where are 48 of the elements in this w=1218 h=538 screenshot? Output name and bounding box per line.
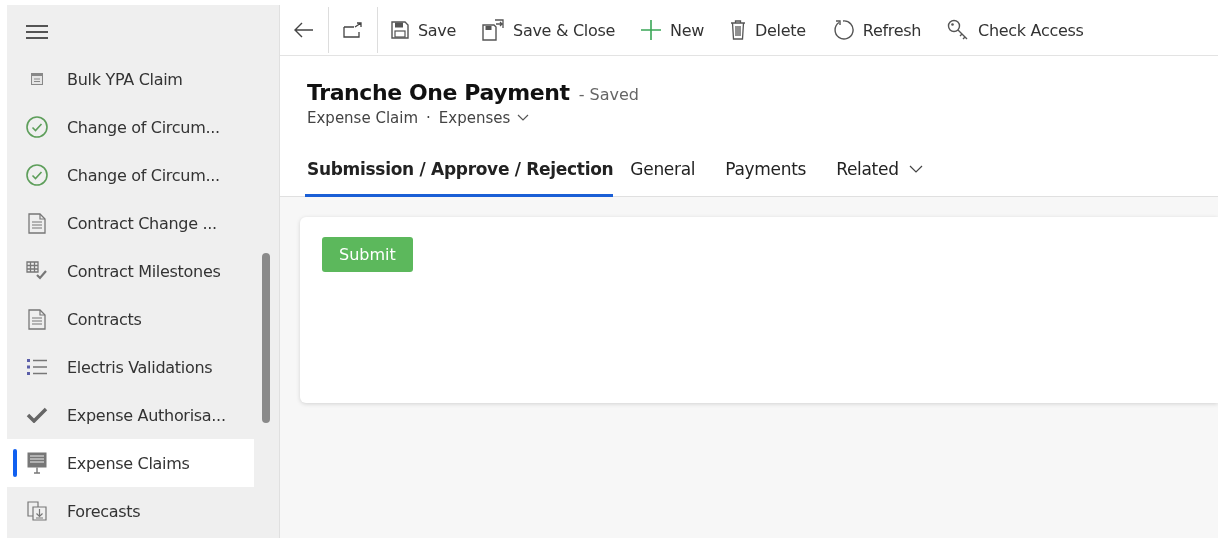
sidebar-item[interactable]: Bulk YPA Claim [7, 55, 254, 103]
sidebar-item[interactable]: Expense Authorisa... [7, 391, 254, 439]
sidebar-item[interactable]: Contracts [7, 295, 254, 343]
plus-icon [641, 20, 661, 40]
chevron-down-icon [517, 114, 530, 122]
key-icon [947, 19, 970, 41]
save-icon [391, 21, 409, 39]
grid-check-icon [26, 261, 48, 281]
toolbar-button[interactable]: Refresh [818, 10, 935, 50]
document-icon [28, 212, 46, 234]
save-close-icon [482, 19, 505, 41]
sidebar-item[interactable]: Contract Milestones [7, 247, 254, 295]
sidebar-item[interactable]: Forecasts [7, 487, 254, 535]
selection-indicator [13, 449, 17, 477]
toolbar-button[interactable]: Check Access [934, 10, 1097, 50]
record-title: Tranche One Payment [307, 80, 570, 105]
toolbar-button[interactable]: New [628, 10, 717, 50]
chevron-down-icon [908, 165, 923, 173]
separator: · [426, 109, 431, 127]
tab[interactable]: Related [823, 149, 936, 197]
sidebar-item[interactable]: Expense Claims [7, 439, 254, 487]
check-circle-icon [26, 116, 48, 138]
import-document-icon [27, 501, 47, 521]
document-icon [28, 308, 46, 330]
sidebar-item[interactable]: Change of Circum... [7, 103, 254, 151]
back-arrow-icon [294, 22, 314, 38]
checkmark-icon [26, 407, 48, 423]
menu-button[interactable] [25, 22, 49, 42]
entity-name: Expense Claim [307, 109, 419, 127]
sidebar-item[interactable]: Contract Change ... [7, 199, 254, 247]
toolbar-button[interactable]: Delete [717, 10, 819, 50]
sidebar-item[interactable]: Change of Circum... [7, 151, 254, 199]
toolbar-button[interactable]: Save & Close [469, 10, 628, 50]
tab[interactable]: Payments [712, 149, 820, 197]
trash-icon [730, 20, 746, 40]
list-icon [26, 358, 48, 376]
tab[interactable]: General [617, 149, 709, 197]
toolbar-button[interactable]: Save [378, 10, 470, 50]
form-selector[interactable]: Expenses [438, 109, 530, 127]
presentation-board-icon [27, 452, 47, 474]
form-icon [31, 73, 43, 85]
save-status: - Saved [578, 85, 639, 104]
check-circle-icon [26, 164, 48, 186]
scrollbar[interactable] [262, 253, 270, 423]
menu-icon [26, 24, 48, 40]
open-in-window-icon [343, 22, 363, 38]
sidebar-item[interactable]: Electris Validations [7, 343, 254, 391]
refresh-icon [831, 19, 854, 41]
